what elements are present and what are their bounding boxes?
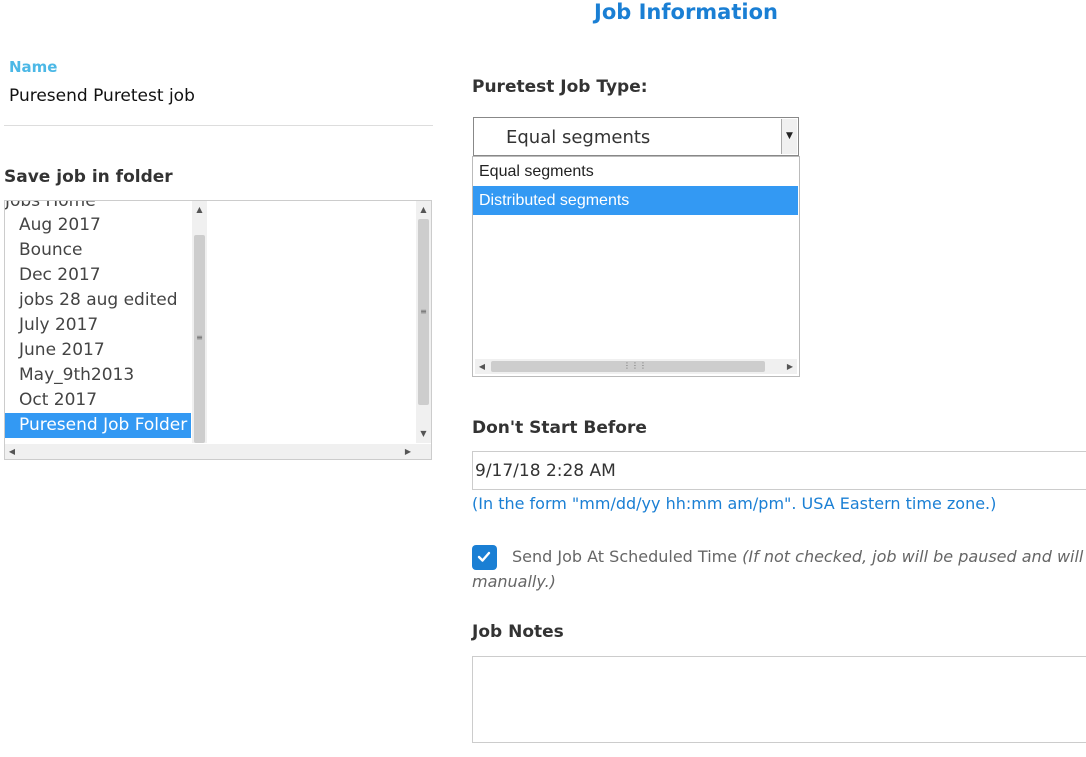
scroll-down-icon[interactable]: ▼	[416, 427, 431, 441]
scroll-left-icon[interactable]: ◀	[475, 359, 489, 374]
scroll-up-icon[interactable]: ▲	[416, 203, 431, 217]
dont-start-help: (In the form "mm/dd/yy hh:mm am/pm". USA…	[472, 494, 997, 513]
job-notes-label: Job Notes	[472, 622, 564, 642]
tree-item-bounce[interactable]: Bounce	[5, 238, 191, 263]
send-scheduled-note-cont: manually.)	[472, 572, 556, 591]
page-title: Job Information	[594, 0, 778, 24]
scroll-up-icon[interactable]: ▲	[192, 203, 207, 217]
grip-icon: ⋮⋮⋮	[623, 361, 647, 370]
dropdown-hscroll[interactable]: ◀ ⋮⋮⋮ ▶	[475, 359, 797, 374]
dont-start-label: Don't Start Before	[472, 418, 647, 438]
folder-tree[interactable]: Jobs Home Aug 2017 Bounce Dec 2017 jobs …	[4, 200, 432, 460]
tree-item-june-2017[interactable]: June 2017	[5, 338, 191, 363]
scroll-right-icon[interactable]: ▶	[401, 444, 415, 459]
send-scheduled-checkbox[interactable]	[472, 545, 497, 570]
scroll-left-icon[interactable]: ◀	[5, 444, 19, 459]
send-scheduled-note: (If not checked, job will be paused and …	[742, 547, 1086, 566]
job-type-dropdown[interactable]: Equal segments Distributed segments ◀ ⋮⋮…	[472, 156, 800, 377]
tree-item-may-9th2013[interactable]: May_9th2013	[5, 363, 191, 388]
option-equal-segments[interactable]: Equal segments	[473, 157, 798, 186]
job-type-label: Puretest Job Type:	[472, 77, 648, 97]
folder-tree-vscroll[interactable]: ▲ ≡ ▼	[416, 201, 431, 443]
folder-label: Save job in folder	[4, 167, 173, 187]
divider	[4, 125, 433, 126]
name-value: Puresend Puretest job	[9, 86, 195, 106]
job-notes-textarea[interactable]	[472, 656, 1086, 743]
tree-item-aug-2017[interactable]: Aug 2017	[5, 213, 191, 238]
checkmark-icon	[477, 551, 491, 562]
chevron-down-icon[interactable]: ▼	[781, 119, 797, 154]
grip-icon: ≡	[196, 333, 203, 342]
folder-tree-list: Jobs Home Aug 2017 Bounce Dec 2017 jobs …	[5, 201, 197, 443]
folder-list-vscroll[interactable]: ▲ ≡	[192, 201, 207, 443]
send-scheduled-label: Send Job At Scheduled Time (If not check…	[512, 547, 1086, 566]
scroll-right-icon[interactable]: ▶	[783, 359, 797, 374]
name-label: Name	[9, 58, 58, 76]
tree-item-oct-2017[interactable]: Oct 2017	[5, 388, 191, 413]
tree-item-july-2017[interactable]: July 2017	[5, 313, 191, 338]
option-distributed-segments[interactable]: Distributed segments	[473, 186, 798, 215]
tree-item-jobs-28-aug-edited[interactable]: jobs 28 aug edited	[5, 288, 191, 313]
tree-item-dec-2017[interactable]: Dec 2017	[5, 263, 191, 288]
folder-tree-hscroll[interactable]: ◀ ▶	[5, 444, 431, 459]
grip-icon: ≡	[420, 307, 427, 316]
job-type-selected-value: Equal segments	[506, 127, 651, 148]
dont-start-input[interactable]: 9/17/18 2:28 AM	[472, 451, 1086, 490]
tree-item-puresend-job-folder[interactable]: Puresend Job Folder	[5, 413, 191, 438]
job-type-select[interactable]: Equal segments ▼	[473, 117, 799, 156]
send-scheduled-label-text: Send Job At Scheduled Time	[512, 547, 738, 566]
